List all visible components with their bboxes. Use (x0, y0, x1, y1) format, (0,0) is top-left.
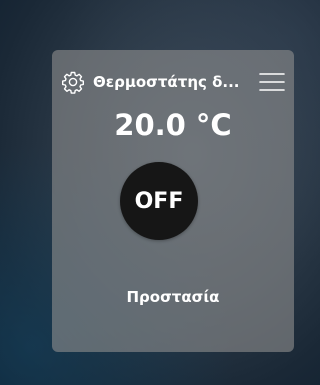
thermostat-card: Θερμοστάτης δ... 20.0 °C OFF Προστασία (52, 50, 294, 352)
device-title: Θερμοστάτης δ... (93, 73, 240, 91)
power-toggle-button[interactable]: OFF (120, 162, 198, 240)
temperature-readout: 20.0 °C (114, 108, 232, 142)
power-label: OFF (134, 188, 184, 214)
gear-icon[interactable] (61, 70, 85, 94)
hamburger-menu-icon[interactable] (258, 70, 286, 94)
mode-label: Προστασία (126, 288, 220, 306)
card-header: Θερμοστάτης δ... (52, 68, 294, 96)
